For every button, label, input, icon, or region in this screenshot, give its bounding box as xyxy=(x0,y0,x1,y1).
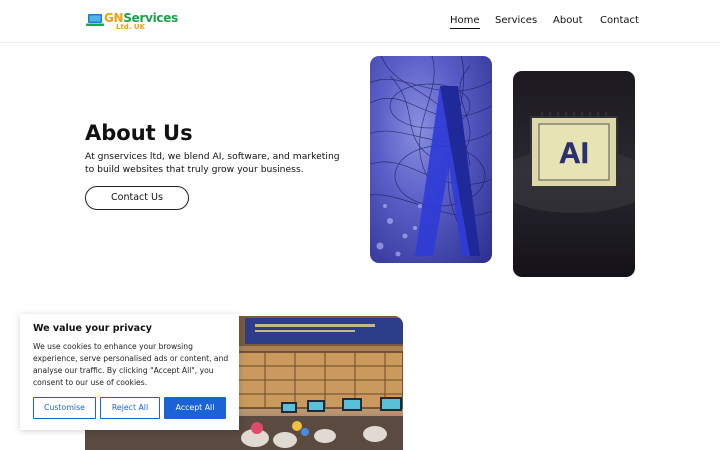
abstract-lines-graphic xyxy=(370,56,492,257)
nav-services[interactable]: Services xyxy=(495,15,537,26)
laptop-icon xyxy=(86,14,104,26)
azure-abstract-image xyxy=(370,56,492,263)
site-logo[interactable]: GNServices Ltd. UK xyxy=(86,11,178,33)
cookie-consent-banner: We value your privacy We use cookies to … xyxy=(20,314,239,430)
customise-button[interactable]: Customise xyxy=(33,397,96,419)
ai-chip-graphic: AI xyxy=(513,112,635,213)
page-title: About Us xyxy=(85,121,193,145)
nav-home[interactable]: Home xyxy=(450,15,480,29)
accept-all-button[interactable]: Accept All xyxy=(164,397,226,419)
cookie-description: We use cookies to enhance your browsing … xyxy=(33,342,229,387)
chip-label: AI xyxy=(559,137,589,170)
logo-sub-text: Ltd. UK xyxy=(116,23,146,31)
hero-description: At gnservices ltd, we blend AI, software… xyxy=(85,151,340,175)
cookie-title: We value your privacy xyxy=(33,323,152,334)
ai-chip-image: AI xyxy=(513,71,635,277)
contact-us-button[interactable]: Contact Us xyxy=(85,186,189,210)
reject-all-button[interactable]: Reject All xyxy=(100,397,160,419)
nav-contact[interactable]: Contact xyxy=(600,15,639,26)
site-header: GNServices Ltd. UK Home Services About C… xyxy=(0,0,720,43)
nav-about[interactable]: About xyxy=(553,15,583,26)
